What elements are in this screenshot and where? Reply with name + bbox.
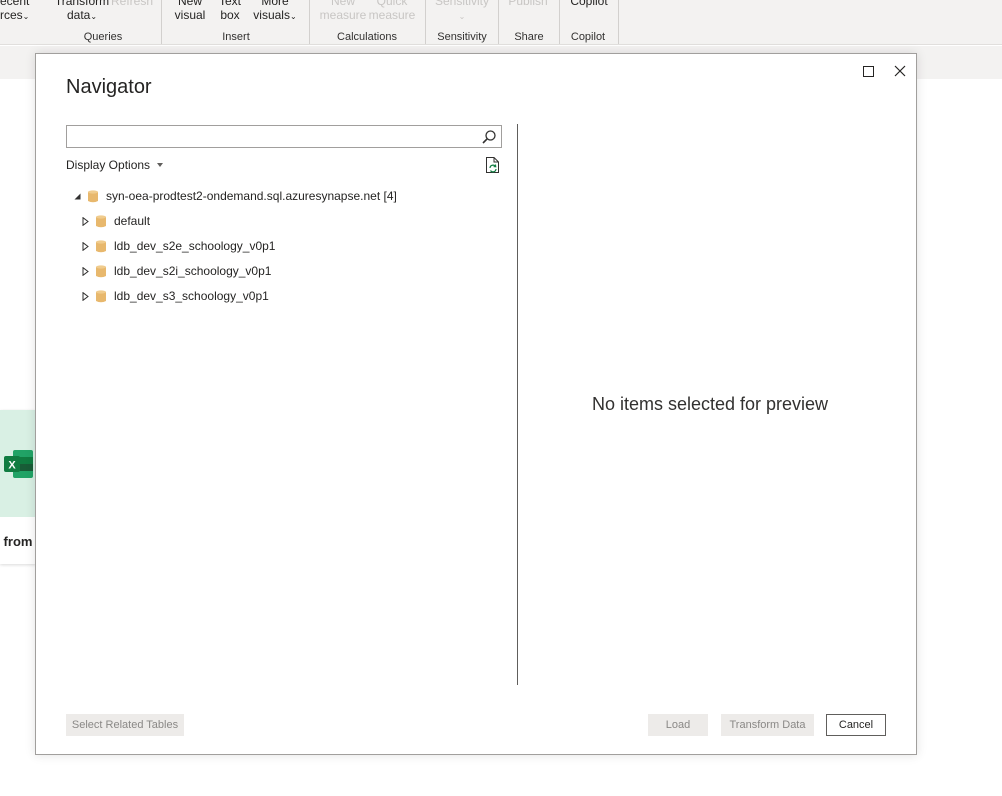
refresh-preview-icon[interactable] — [485, 156, 501, 174]
ribbon-separator — [161, 0, 162, 44]
load-button[interactable]: Load — [648, 714, 708, 736]
more-visuals-button[interactable]: Morevisuals⌄ — [250, 0, 300, 24]
tree-item-ldb-dev-s2i[interactable]: ldb_dev_s2i_schoology_v0p1 — [80, 261, 271, 281]
tree-item-default[interactable]: default — [80, 211, 150, 231]
new-measure-button[interactable]: Newmeasure — [318, 0, 368, 22]
group-label-queries: Queries — [80, 31, 126, 43]
quick-measure-button[interactable]: Quickmeasure — [368, 0, 416, 22]
group-label-insert: Insert — [214, 31, 258, 43]
excel-icon: X — [3, 448, 35, 480]
tree-root-label: syn-oea-prodtest2-ondemand.sql.azuresyna… — [106, 189, 397, 203]
collapsed-triangle-icon[interactable] — [80, 291, 90, 301]
ribbon: ecentrces⌄ Transformdata⌄ Refresh Newvis… — [0, 0, 1002, 45]
dialog-title: Navigator — [66, 76, 152, 99]
database-icon — [96, 265, 106, 278]
recent-sources-button[interactable]: ecentrces⌄ — [0, 0, 32, 24]
group-label-copilot: Copilot — [568, 31, 608, 43]
text-box-button[interactable]: Textbox — [214, 0, 246, 22]
expanded-triangle-icon[interactable] — [72, 191, 82, 201]
database-icon — [96, 215, 106, 228]
ribbon-separator — [559, 0, 560, 44]
display-options-dropdown[interactable]: Display Options — [66, 158, 163, 172]
database-icon — [88, 190, 98, 203]
new-visual-button[interactable]: Newvisual — [170, 0, 210, 22]
copilot-label: Copilot — [570, 0, 607, 8]
ribbon-separator — [309, 0, 310, 44]
tree-root-server[interactable]: syn-oea-prodtest2-ondemand.sql.azuresyna… — [72, 186, 397, 206]
display-options-label: Display Options — [66, 158, 150, 172]
group-label-sensitivity: Sensitivity — [436, 31, 488, 43]
tree-item-label: default — [114, 214, 150, 228]
collapsed-triangle-icon[interactable] — [80, 241, 90, 251]
svg-text:X: X — [8, 460, 16, 472]
collapsed-triangle-icon[interactable] — [80, 266, 90, 276]
database-icon — [96, 290, 106, 303]
text-box-label: Textbox — [219, 0, 241, 22]
sensitivity-button[interactable]: Sensitivity ⌄ — [432, 0, 492, 24]
ribbon-separator — [618, 0, 619, 44]
publish-label: Publish — [508, 0, 547, 8]
tree-item-ldb-dev-s3[interactable]: ldb_dev_s3_schoology_v0p1 — [80, 286, 269, 306]
preview-empty-message: No items selected for preview — [518, 394, 902, 415]
maximize-icon — [863, 66, 874, 77]
refresh-button[interactable]: Refresh — [110, 0, 154, 8]
chevron-down-icon: ⌄ — [23, 12, 30, 21]
transform-data-label: Transformdata — [55, 0, 109, 22]
search-input[interactable] — [67, 126, 477, 147]
new-measure-label: Newmeasure — [320, 0, 367, 22]
caret-down-icon — [157, 163, 163, 167]
chevron-down-icon: ⌄ — [90, 12, 97, 21]
import-from-excel-card[interactable]: X n from — [0, 410, 36, 564]
ribbon-separator — [425, 0, 426, 44]
chevron-down-icon: ⌄ — [459, 12, 466, 21]
transform-data-button[interactable]: Transform Data — [721, 714, 814, 736]
maximize-button[interactable] — [856, 59, 880, 83]
quick-measure-label: Quickmeasure — [369, 0, 416, 22]
tree-item-label: ldb_dev_s3_schoology_v0p1 — [114, 289, 269, 303]
group-label-share: Share — [512, 31, 546, 43]
collapsed-triangle-icon[interactable] — [80, 216, 90, 226]
ribbon-separator — [498, 0, 499, 44]
database-icon — [96, 240, 106, 253]
search-icon[interactable] — [481, 129, 497, 145]
refresh-label: Refresh — [111, 0, 153, 8]
tree-item-label: ldb_dev_s2i_schoology_v0p1 — [114, 264, 271, 278]
group-label-calculations: Calculations — [336, 31, 398, 43]
publish-button[interactable]: Publish — [504, 0, 552, 8]
card-text: n from — [0, 534, 32, 549]
tree-item-ldb-dev-s2e[interactable]: ldb_dev_s2e_schoology_v0p1 — [80, 236, 275, 256]
tree-item-label: ldb_dev_s2e_schoology_v0p1 — [114, 239, 275, 253]
transform-data-button[interactable]: Transformdata⌄ — [54, 0, 110, 24]
more-visuals-label: Morevisuals — [253, 0, 290, 22]
navigator-dialog: Navigator Display Options syn-oea — [35, 53, 917, 755]
sensitivity-label: Sensitivity — [435, 0, 489, 8]
new-visual-label: Newvisual — [175, 0, 206, 22]
search-box — [66, 125, 502, 148]
select-related-tables-button[interactable]: Select Related Tables — [66, 714, 184, 736]
copilot-button[interactable]: Copilot — [564, 0, 614, 8]
cancel-button[interactable]: Cancel — [826, 714, 886, 736]
close-icon — [894, 65, 906, 77]
close-button[interactable] — [888, 59, 912, 83]
chevron-down-icon: ⌄ — [290, 12, 297, 21]
